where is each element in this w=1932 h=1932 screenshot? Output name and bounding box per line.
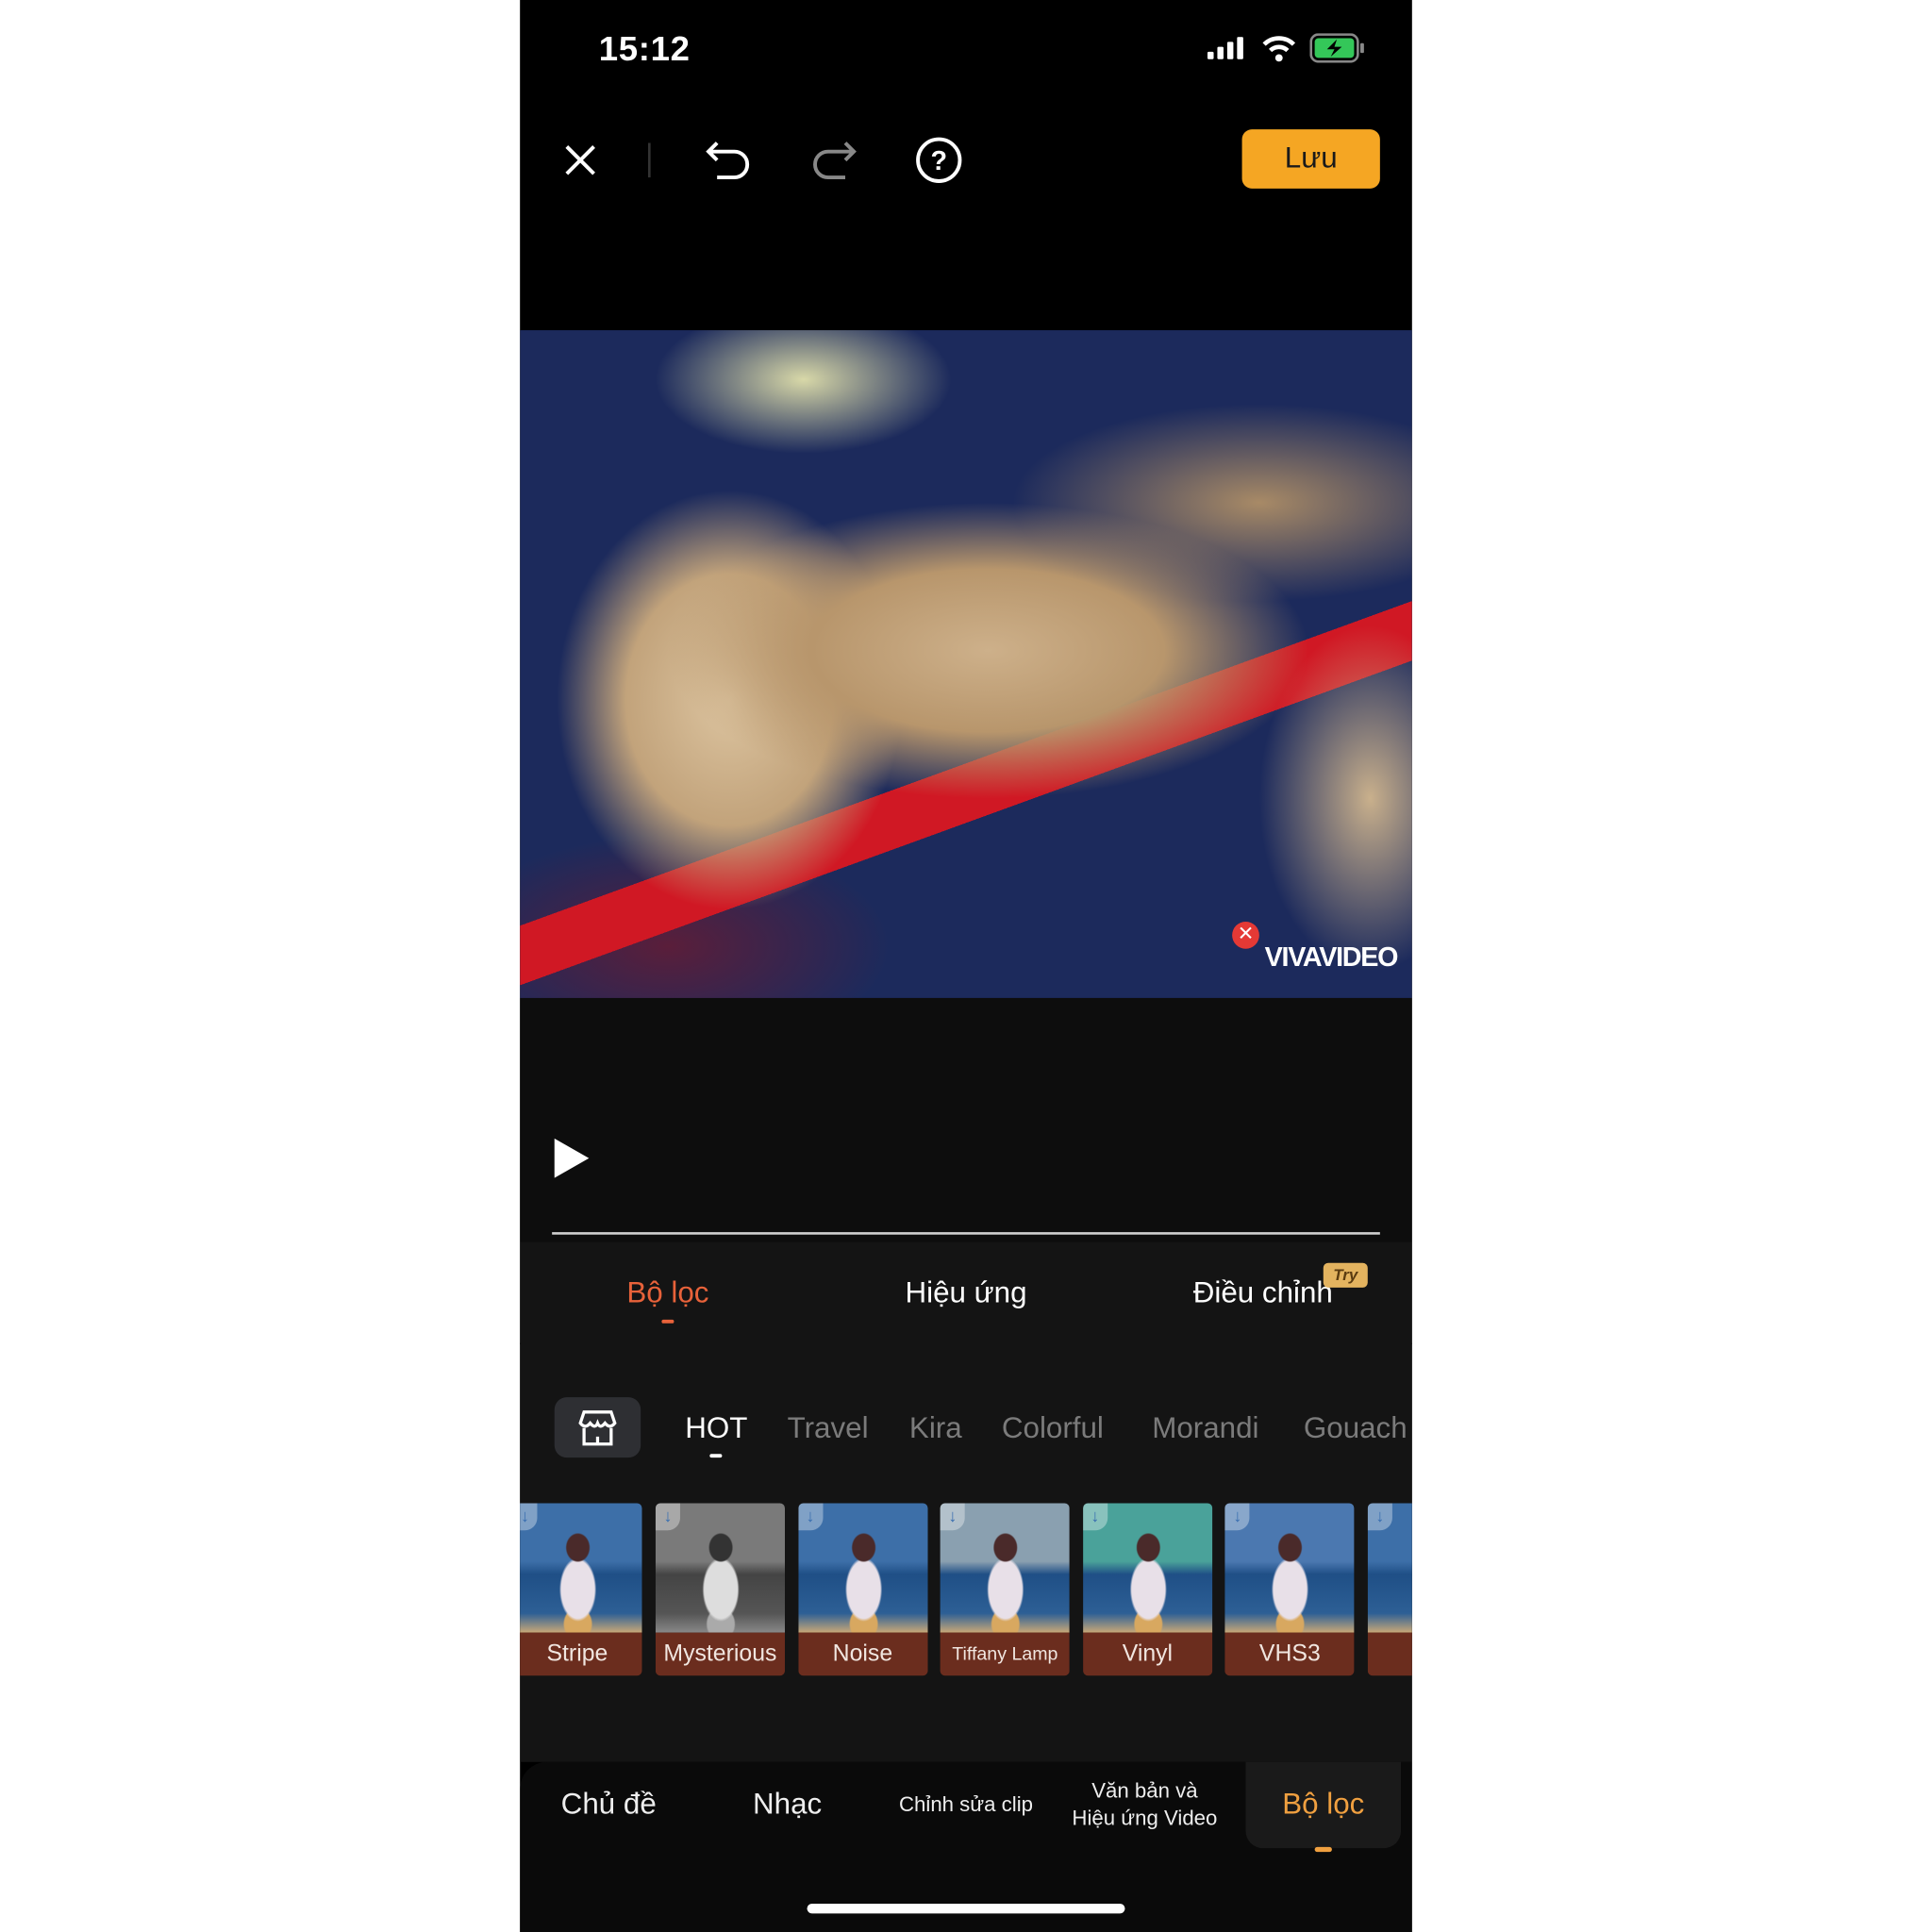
filter-thumbnail[interactable]: ↓V — [1367, 1503, 1412, 1676]
wifi-icon — [1262, 36, 1296, 62]
tab-filter[interactable]: Bộ lọc — [626, 1276, 708, 1311]
download-icon: ↓ — [655, 1503, 680, 1531]
category-colorful[interactable]: Colorful — [1002, 1412, 1104, 1447]
phone-screen: 15:12 ? Lưu ✕ VIVAVIDEO Bộ lọc Hiệu ứng … — [520, 0, 1412, 1932]
cellular-signal-icon — [1207, 37, 1243, 59]
filter-preview-person — [702, 1532, 740, 1633]
player-area — [520, 997, 1412, 1242]
video-preview[interactable]: ✕ VIVAVIDEO — [520, 330, 1412, 998]
watermark-logo: VIVAVIDEO — [1264, 941, 1399, 973]
filter-preview-person — [844, 1532, 882, 1633]
save-button[interactable]: Lưu — [1241, 129, 1380, 189]
status-time: 15:12 — [598, 29, 691, 68]
download-icon: ↓ — [1082, 1503, 1108, 1531]
close-icon[interactable] — [563, 143, 598, 178]
redo-icon[interactable] — [810, 138, 858, 182]
category-travel[interactable]: Travel — [788, 1412, 869, 1447]
filter-label: V — [1367, 1632, 1412, 1676]
filter-thumbnail[interactable]: ↓ Stripe — [520, 1503, 642, 1676]
filter-label: Tiffany Lamp — [940, 1632, 1070, 1676]
filter-thumbnail[interactable]: ↓ Vinyl — [1082, 1503, 1212, 1676]
filter-thumbnail[interactable]: ↓ Noise — [797, 1503, 927, 1676]
nav-music[interactable]: Nhạc — [753, 1788, 822, 1823]
store-icon — [578, 1410, 617, 1446]
filter-label: Vinyl — [1082, 1632, 1212, 1676]
svg-text:?: ? — [930, 146, 947, 176]
download-icon: ↓ — [1367, 1503, 1392, 1531]
battery-charging-icon — [1309, 33, 1364, 63]
filter-thumbnail[interactable]: ↓ VHS3 — [1224, 1503, 1355, 1676]
filter-preview-person — [1272, 1532, 1309, 1633]
home-indicator[interactable] — [807, 1903, 1125, 1914]
undo-icon[interactable] — [705, 138, 752, 182]
help-icon[interactable]: ? — [914, 136, 963, 185]
nav-filter[interactable]: Bộ lọc — [1282, 1788, 1364, 1823]
tab-adjust[interactable]: Điều chỉnh — [1193, 1276, 1333, 1311]
filter-label: VHS3 — [1224, 1632, 1355, 1676]
filter-preview-image — [520, 1503, 642, 1633]
filter-preview-person — [1129, 1532, 1167, 1633]
category-kira[interactable]: Kira — [909, 1412, 962, 1447]
nav-text-effects[interactable]: Văn bản và Hiệu ứng Video — [1072, 1778, 1217, 1832]
download-icon: ↓ — [1224, 1503, 1250, 1531]
filter-label: Mysterious — [655, 1632, 785, 1676]
filter-preview-person — [558, 1532, 597, 1633]
play-icon[interactable] — [552, 1136, 591, 1180]
download-icon: ↓ — [940, 1503, 965, 1531]
category-gouache[interactable]: Gouach — [1304, 1412, 1407, 1447]
nav-clip-edit[interactable]: Chỉnh sửa clip — [899, 1792, 1033, 1817]
filter-label: Noise — [797, 1632, 927, 1676]
category-morandi[interactable]: Morandi — [1152, 1412, 1258, 1447]
toolbar-divider — [648, 142, 651, 178]
tab-effects[interactable]: Hiệu ứng — [905, 1276, 1026, 1311]
category-active-indicator — [709, 1454, 723, 1458]
category-hot[interactable]: HOT — [685, 1412, 747, 1447]
filter-thumbnail[interactable]: ↓ Tiffany Lamp — [940, 1503, 1070, 1676]
nav-active-indicator — [1314, 1846, 1332, 1853]
edit-tabs: Bộ lọc Hiệu ứng Điều chỉnh — [520, 1241, 1412, 1344]
filter-thumbnail[interactable]: ↓ Mysterious — [655, 1503, 785, 1676]
remove-watermark-button[interactable]: ✕ — [1232, 921, 1259, 949]
nav-theme[interactable]: Chủ đề — [561, 1788, 657, 1823]
download-icon: ↓ — [797, 1503, 823, 1531]
filter-store-button[interactable] — [554, 1397, 641, 1458]
tab-active-indicator — [661, 1319, 675, 1324]
timeline-progress-bar[interactable] — [552, 1232, 1380, 1235]
filter-label: Stripe — [520, 1632, 642, 1676]
try-badge: Try — [1323, 1262, 1368, 1288]
filter-preview-person — [987, 1532, 1024, 1633]
